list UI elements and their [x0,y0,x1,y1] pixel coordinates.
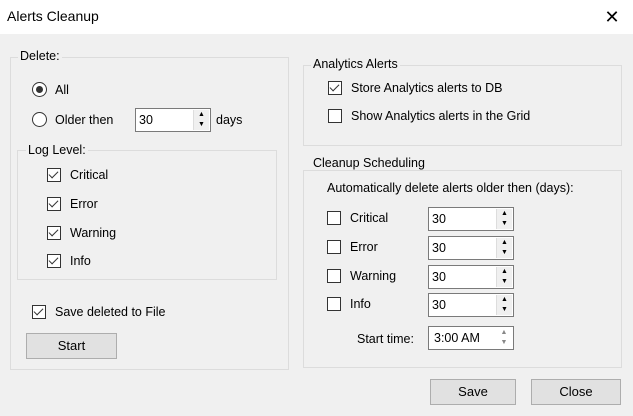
spinner-arrows-icon[interactable]: ▲ ▼ [496,209,512,229]
radio-older-then[interactable] [32,112,47,127]
sched-info-spinner[interactable]: 30 ▲ ▼ [428,293,514,317]
delete-group-label: Delete: [18,49,62,63]
sched-critical-label: Critical [350,211,389,225]
log-info-checkbox[interactable] [47,254,61,268]
show-analytics-checkbox[interactable] [328,109,342,123]
sched-info-checkbox[interactable] [327,297,341,311]
log-critical-checkbox[interactable] [47,168,61,182]
analytics-group-label: Analytics Alerts [311,57,400,71]
log-critical-label: Critical [70,168,109,182]
sched-critical-checkbox[interactable] [327,211,341,225]
days-label: days [216,113,243,127]
sched-error-checkbox[interactable] [327,240,341,254]
spinner-arrows-icon[interactable]: ▲ ▼ [496,267,512,287]
scheduling-description: Automatically delete alerts older then (… [327,181,574,195]
radio-all-label: All [55,83,69,97]
time-spinner-arrows-icon[interactable]: ▲ ▼ [496,328,512,348]
sched-warning-spinner[interactable]: 30 ▲ ▼ [428,265,514,289]
sched-critical-spinner[interactable]: 30 ▲ ▼ [428,207,514,231]
sched-error-label: Error [350,240,378,254]
log-warning-label: Warning [70,226,117,240]
spinner-arrows-icon[interactable]: ▲ ▼ [496,238,512,258]
start-time-label: Start time: [357,332,414,346]
log-error-checkbox[interactable] [47,197,61,211]
sched-warning-checkbox[interactable] [327,269,341,283]
analytics-group [303,65,622,146]
start-time-picker[interactable]: 3:00 AM ▲ ▼ [428,326,514,350]
save-button[interactable]: Save [430,379,516,405]
window-title: Alerts Cleanup [7,8,99,24]
sched-info-label: Info [350,297,371,311]
sched-warning-label: Warning [350,269,397,283]
spinner-arrows-icon[interactable]: ▲ ▼ [193,110,209,130]
log-warning-checkbox[interactable] [47,226,61,240]
title-bar: Alerts Cleanup ✕ [0,0,633,34]
store-analytics-checkbox[interactable] [328,81,342,95]
sched-error-spinner[interactable]: 30 ▲ ▼ [428,236,514,260]
save-to-file-label: Save deleted to File [55,305,166,319]
log-level-label: Log Level: [26,143,88,157]
radio-all[interactable] [32,82,47,97]
cleanup-scheduling-label: Cleanup Scheduling [311,156,427,170]
close-button[interactable]: Close [531,379,621,405]
days-spinner[interactable]: 30 ▲ ▼ [135,108,211,132]
start-button[interactable]: Start [26,333,117,359]
radio-older-label: Older then [55,113,114,127]
save-to-file-checkbox[interactable] [32,305,46,319]
spinner-arrows-icon[interactable]: ▲ ▼ [496,295,512,315]
log-info-label: Info [70,254,91,268]
log-error-label: Error [70,197,98,211]
show-analytics-label: Show Analytics alerts in the Grid [351,109,531,123]
close-icon[interactable]: ✕ [598,4,626,30]
store-analytics-label: Store Analytics alerts to DB [351,81,503,95]
